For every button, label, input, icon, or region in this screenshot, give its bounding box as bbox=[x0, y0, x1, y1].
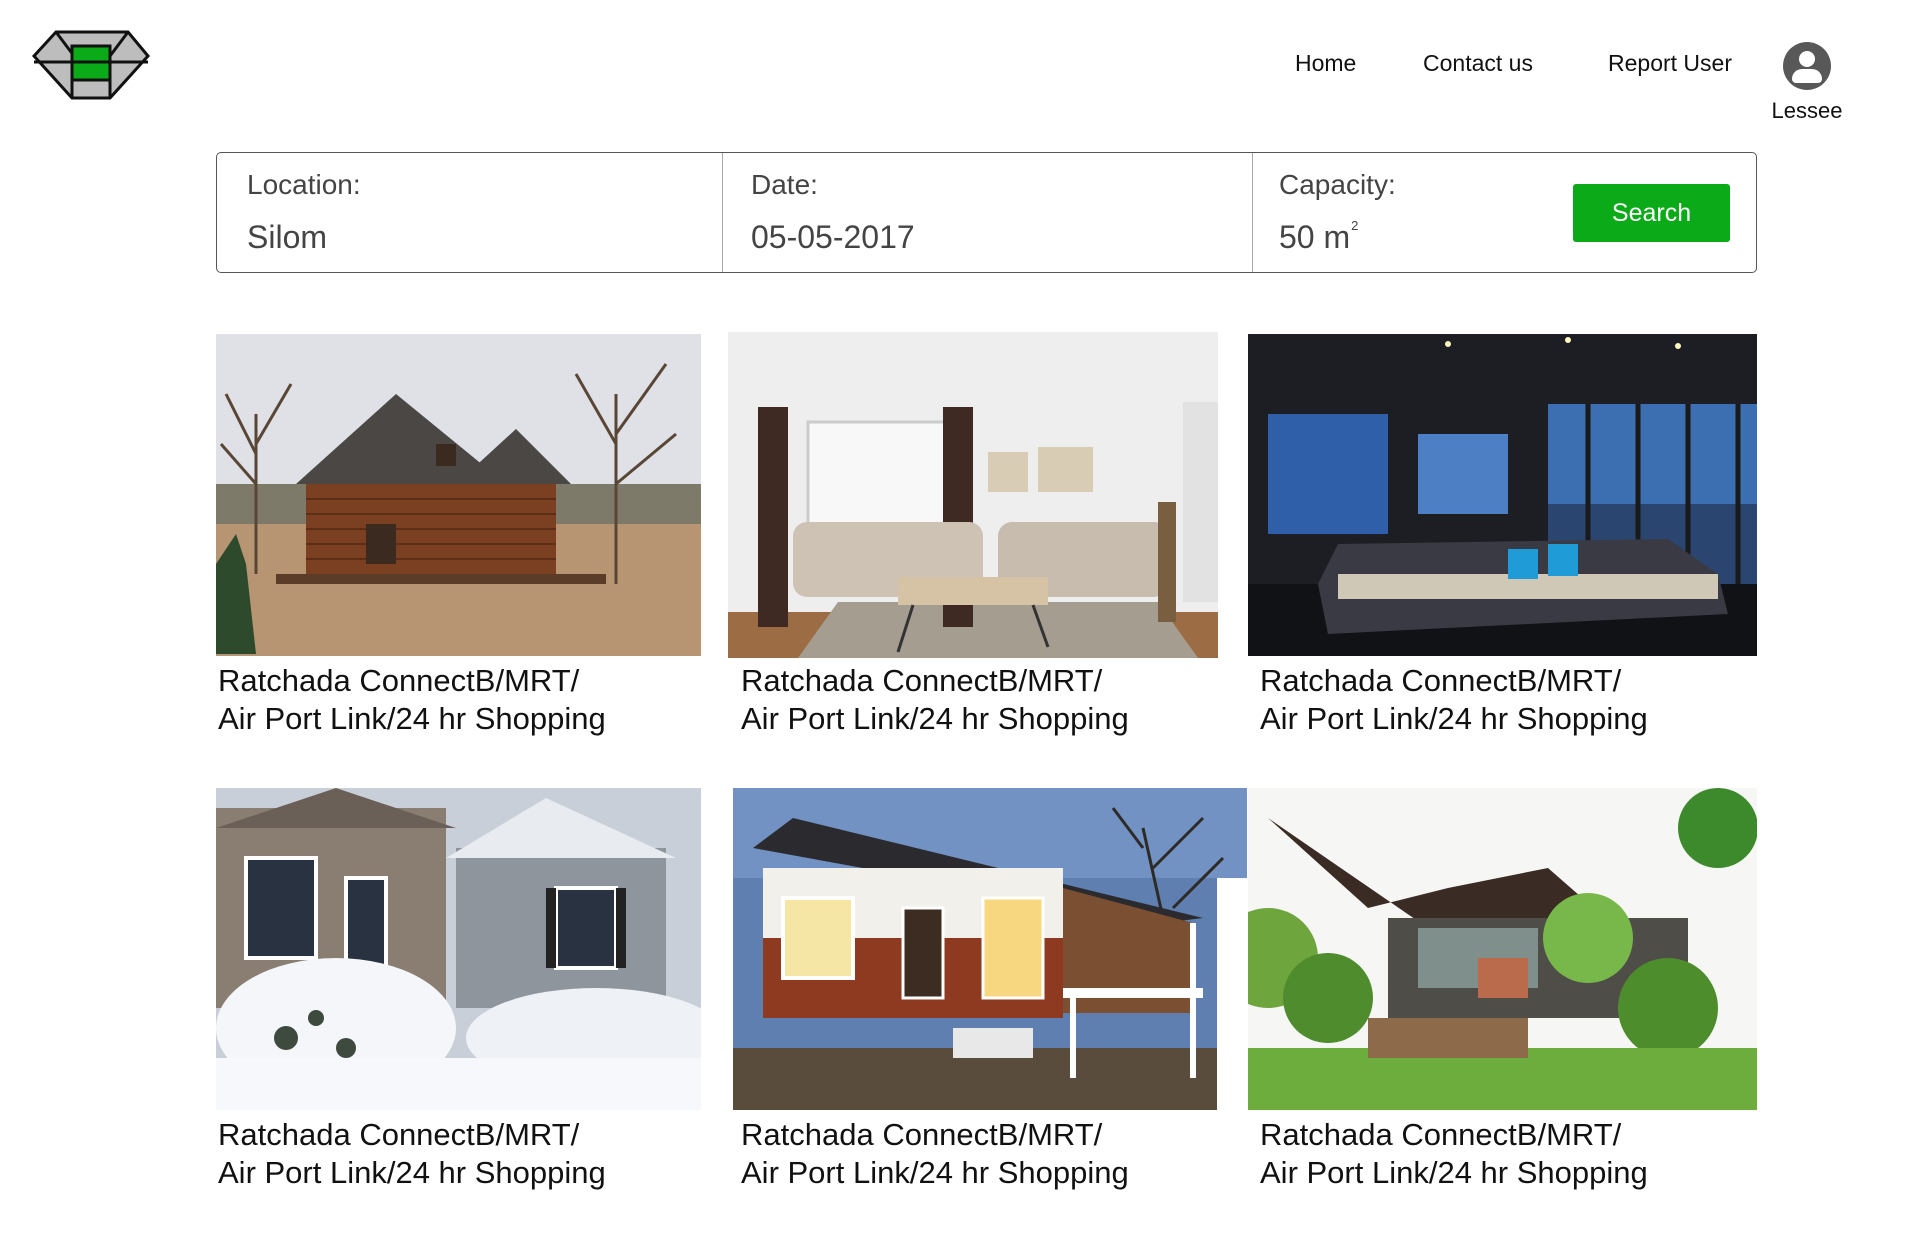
listing-title-line1: Ratchada ConnectB/MRT/ bbox=[218, 1117, 580, 1152]
listing-title-line2: Air Port Link/24 hr Shopping bbox=[1260, 1155, 1648, 1190]
date-value[interactable]: 05-05-2017 bbox=[751, 219, 915, 256]
capacity-unit-superscript: 2 bbox=[1351, 218, 1359, 234]
wooden-stilt-house-photo[interactable] bbox=[733, 788, 1247, 1110]
capacity-field[interactable]: Capacity: 50 m2 bbox=[1253, 153, 1533, 272]
penthouse-lounge-photo[interactable] bbox=[1248, 334, 1757, 656]
listing-title[interactable]: Ratchada ConnectB/MRT/ Air Port Link/24 … bbox=[218, 1116, 606, 1192]
listing-title-line2: Air Port Link/24 hr Shopping bbox=[218, 701, 606, 736]
capacity-value[interactable]: 50 m2 bbox=[1279, 218, 1359, 256]
search-button[interactable]: Search bbox=[1573, 184, 1730, 242]
listing-title-line2: Air Port Link/24 hr Shopping bbox=[741, 1155, 1129, 1190]
listing-title-line1: Ratchada ConnectB/MRT/ bbox=[741, 1117, 1103, 1152]
location-value[interactable]: Silom bbox=[247, 219, 327, 256]
listing-title-line1: Ratchada ConnectB/MRT/ bbox=[741, 663, 1103, 698]
search-bar: Location: Silom Date: 05-05-2017 Capacit… bbox=[216, 152, 1757, 273]
location-label: Location: bbox=[247, 169, 361, 200]
listing-title[interactable]: Ratchada ConnectB/MRT/ Air Port Link/24 … bbox=[1260, 1116, 1648, 1192]
date-field[interactable]: Date: 05-05-2017 bbox=[723, 153, 1253, 272]
listing-title-line1: Ratchada ConnectB/MRT/ bbox=[1260, 1117, 1622, 1152]
listing-title-line2: Air Port Link/24 hr Shopping bbox=[741, 701, 1129, 736]
listing-title[interactable]: Ratchada ConnectB/MRT/ Air Port Link/24 … bbox=[218, 662, 606, 738]
listing-title-line1: Ratchada ConnectB/MRT/ bbox=[218, 663, 580, 698]
location-field[interactable]: Location: Silom bbox=[217, 153, 723, 272]
nav-contact-link[interactable]: Contact us bbox=[1423, 50, 1533, 77]
user-menu[interactable]: Lessee bbox=[1770, 42, 1844, 124]
listing-title[interactable]: Ratchada ConnectB/MRT/ Air Port Link/24 … bbox=[741, 662, 1129, 738]
snowy-house-photo[interactable] bbox=[216, 788, 701, 1110]
brand-logo[interactable] bbox=[31, 28, 150, 102]
listing-title-line2: Air Port Link/24 hr Shopping bbox=[1260, 701, 1648, 736]
user-role-label: Lessee bbox=[1771, 98, 1843, 123]
garden-house-photo[interactable] bbox=[1248, 788, 1757, 1110]
listing-title-line1: Ratchada ConnectB/MRT/ bbox=[1260, 663, 1622, 698]
listing-title[interactable]: Ratchada ConnectB/MRT/ Air Port Link/24 … bbox=[1260, 662, 1648, 738]
date-label: Date: bbox=[751, 169, 818, 200]
nav-home-link[interactable]: Home bbox=[1295, 50, 1356, 77]
log-cabin-photo[interactable] bbox=[216, 334, 701, 656]
listing-title-line2: Air Port Link/24 hr Shopping bbox=[218, 1155, 606, 1190]
nav-report-user-link[interactable]: Report User bbox=[1608, 50, 1732, 77]
capacity-label: Capacity: bbox=[1279, 169, 1396, 200]
capacity-number: 50 m bbox=[1279, 219, 1351, 255]
living-room-photo[interactable] bbox=[728, 332, 1218, 658]
listing-title[interactable]: Ratchada ConnectB/MRT/ Air Port Link/24 … bbox=[741, 1116, 1129, 1192]
user-avatar-icon[interactable] bbox=[1783, 42, 1831, 90]
